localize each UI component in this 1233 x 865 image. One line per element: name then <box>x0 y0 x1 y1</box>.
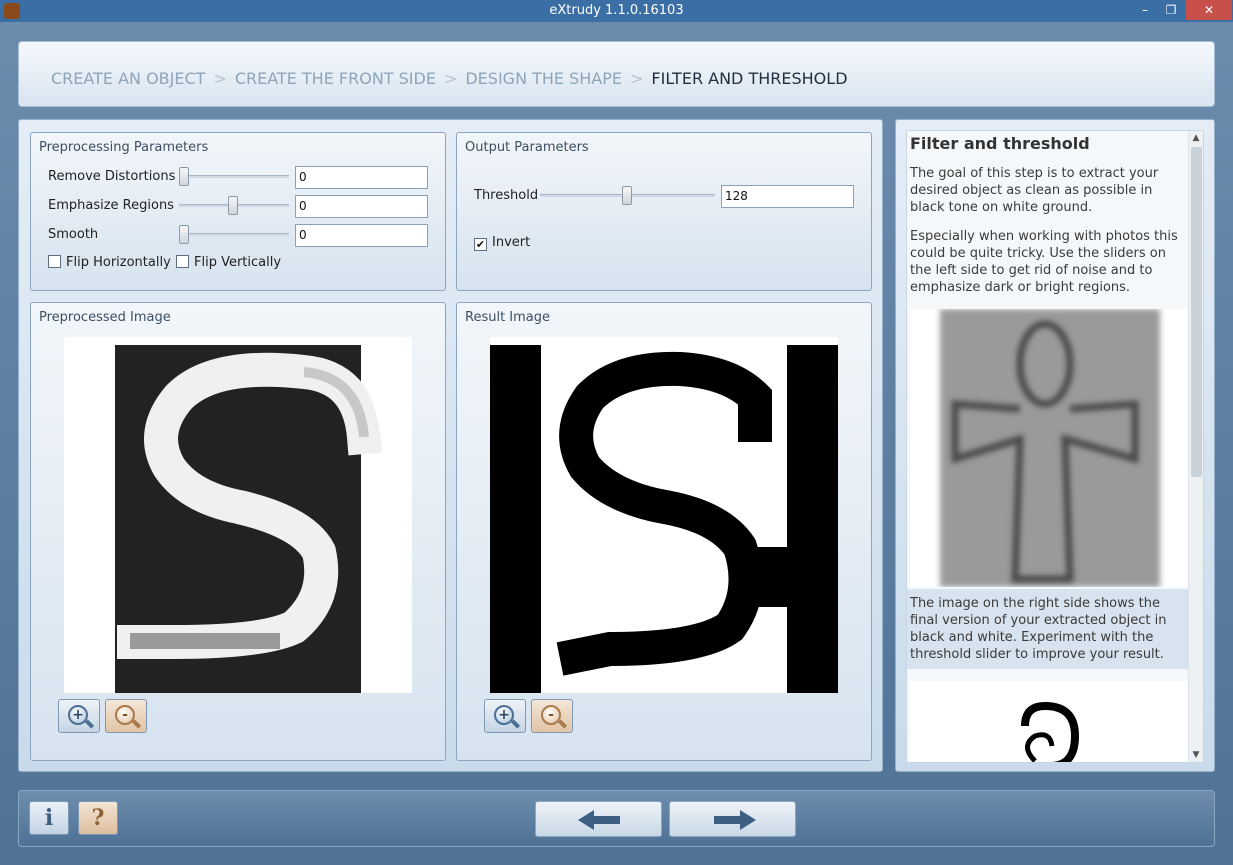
scrollbar-thumb[interactable] <box>1191 147 1202 477</box>
remove-distortions-input[interactable]: 0 <box>295 166 428 189</box>
preprocessed-s-image <box>115 345 383 693</box>
breadcrumb-create-object[interactable]: CREATE AN OBJECT <box>51 69 205 88</box>
zoom-out-button[interactable]: - <box>105 699 147 733</box>
slider-thumb[interactable] <box>622 186 632 205</box>
invert-label: Invert <box>492 235 531 250</box>
help-content-box[interactable]: Filter and threshold The goal of this st… <box>906 130 1204 763</box>
preprocessed-image-title: Preprocessed Image <box>39 310 171 325</box>
help-scrollbar[interactable]: ▲ ▼ <box>1188 131 1203 762</box>
smooth-label: Smooth <box>48 227 99 242</box>
ankh-example-image <box>910 309 1188 587</box>
result-image <box>490 337 838 693</box>
breadcrumb-separator: > <box>443 69 458 88</box>
preprocessed-image-group: Preprocessed Image + - <box>30 302 446 761</box>
back-button[interactable] <box>535 801 662 837</box>
zoom-in-button[interactable]: + <box>58 699 100 733</box>
remove-distortions-slider[interactable] <box>179 167 289 186</box>
breadcrumb-separator: > <box>213 69 227 88</box>
arrow-right-icon <box>714 810 756 830</box>
emphasize-regions-label: Emphasize Regions <box>48 198 174 213</box>
output-parameters-group: Output Parameters Threshold 128 ✔ Invert <box>456 132 872 291</box>
main-panel: Preprocessing Parameters Remove Distorti… <box>18 119 883 772</box>
zoom-out-button[interactable]: - <box>531 699 573 733</box>
result-image-group: Result Image + - <box>456 302 872 761</box>
help-paragraph-3: The image on the right side shows the fi… <box>907 589 1190 669</box>
threshold-input[interactable]: 128 <box>721 185 854 208</box>
maximize-button[interactable]: ❐ <box>1157 0 1185 20</box>
preprocessing-title: Preprocessing Parameters <box>39 140 209 155</box>
flip-horizontally-label: Flip Horizontally <box>66 255 171 270</box>
result-example-graphic <box>1021 701 1080 762</box>
arrow-left-icon <box>578 810 620 830</box>
breadcrumb-filter-threshold: FILTER AND THRESHOLD <box>651 69 848 88</box>
scroll-up-icon[interactable]: ▲ <box>1189 131 1203 145</box>
help-panel: Filter and threshold The goal of this st… <box>895 119 1215 772</box>
result-s-image <box>490 345 838 693</box>
wizard-header: CREATE AN OBJECT > CREATE THE FRONT SIDE > D… <box>18 41 1215 107</box>
emphasize-regions-slider[interactable] <box>179 196 289 215</box>
help-title: Filter and threshold <box>910 134 1090 153</box>
threshold-label: Threshold <box>474 188 539 203</box>
checkbox-box[interactable]: ✔ <box>474 238 487 251</box>
slider-thumb[interactable] <box>228 196 238 215</box>
info-button[interactable]: i <box>29 801 69 835</box>
checkbox-box[interactable] <box>48 255 61 268</box>
help-button[interactable]: ? <box>78 801 118 835</box>
flip-vertically-checkbox[interactable]: Flip Vertically <box>176 255 281 270</box>
threshold-slider[interactable] <box>540 186 715 205</box>
flip-vertically-label: Flip Vertically <box>194 255 282 270</box>
result-example-image <box>910 681 1188 762</box>
next-button[interactable] <box>669 801 796 837</box>
breadcrumb: CREATE AN OBJECT > CREATE THE FRONT SIDE > D… <box>51 69 848 88</box>
smooth-input[interactable]: 0 <box>295 224 428 247</box>
window-title: eXtrudy 1.1.0.16103 <box>549 3 684 18</box>
title-bar: eXtrudy 1.1.0.16103 – ❐ ✕ <box>0 0 1233 22</box>
breadcrumb-create-front-side[interactable]: CREATE THE FRONT SIDE <box>235 69 436 88</box>
preprocessing-parameters-group: Preprocessing Parameters Remove Distorti… <box>30 132 446 291</box>
smooth-slider[interactable] <box>179 225 289 244</box>
preprocessed-image <box>64 337 412 693</box>
breadcrumb-design-shape[interactable]: DESIGN THE SHAPE <box>465 69 622 88</box>
output-title: Output Parameters <box>465 140 589 155</box>
checkbox-box[interactable] <box>176 255 189 268</box>
breadcrumb-separator: > <box>630 69 644 88</box>
result-image-title: Result Image <box>465 310 551 325</box>
help-paragraph-2: Especially when working with photos this… <box>910 229 1178 295</box>
slider-thumb[interactable] <box>179 167 189 186</box>
emphasize-regions-input[interactable]: 0 <box>295 195 428 218</box>
flip-horizontally-checkbox[interactable]: Flip Horizontally <box>48 255 171 270</box>
help-paragraph-1: The goal of this step is to extract your… <box>910 166 1159 215</box>
zoom-in-button[interactable]: + <box>484 699 526 733</box>
slider-thumb[interactable] <box>179 225 189 244</box>
remove-distortions-label: Remove Distortions <box>48 169 176 184</box>
bottom-toolbar: i ? <box>18 790 1215 847</box>
invert-checkbox[interactable]: ✔ Invert <box>474 235 530 251</box>
scroll-down-icon[interactable]: ▼ <box>1189 748 1203 762</box>
minimize-button[interactable]: – <box>1131 0 1159 20</box>
close-button[interactable]: ✕ <box>1186 0 1232 20</box>
ankh-image <box>940 309 1160 587</box>
